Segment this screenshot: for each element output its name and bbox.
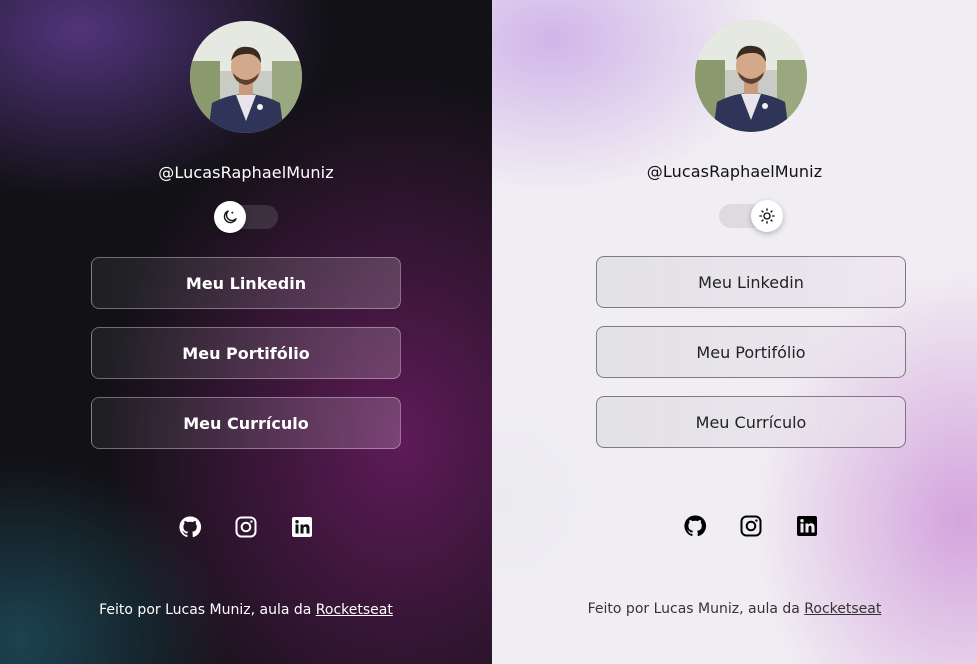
avatar: [190, 21, 302, 133]
button-label: Meu Portifólio: [182, 343, 310, 363]
footer: Feito por Lucas Muniz, aula da Rocketsea…: [492, 601, 977, 617]
github-icon[interactable]: [683, 514, 707, 538]
toggle-knob[interactable]: [751, 200, 783, 232]
sun-icon: [759, 208, 775, 224]
footer: Feito por Lucas Muniz, aula da Rocketsea…: [0, 602, 492, 618]
avatar-photo: [695, 20, 807, 132]
theme-toggle[interactable]: [214, 201, 278, 233]
rocketseat-link[interactable]: Rocketseat: [804, 601, 881, 617]
footer-text: Feito por Lucas Muniz, aula da: [587, 601, 805, 617]
button-label: Meu Currículo: [695, 412, 807, 432]
button-label: Meu Linkedin: [185, 273, 307, 293]
linkedin-link-button[interactable]: Meu Linkedin: [91, 257, 401, 309]
avatar: [695, 20, 807, 132]
resume-link-button[interactable]: Meu Currículo: [91, 397, 401, 449]
toggle-knob[interactable]: [214, 201, 246, 233]
button-label: Meu Currículo: [183, 413, 309, 433]
dark-theme-panel: @LucasRaphaelMuniz Meu Linkedin Meu Port…: [0, 0, 492, 664]
theme-toggle[interactable]: [719, 200, 783, 232]
github-icon[interactable]: [178, 515, 202, 539]
avatar-photo: [190, 21, 302, 133]
portfolio-link-button[interactable]: Meu Portifólio: [91, 327, 401, 379]
button-label: Meu Linkedin: [698, 272, 804, 292]
rocketseat-link[interactable]: Rocketseat: [316, 602, 393, 618]
footer-text: Feito por Lucas Muniz, aula da: [99, 602, 316, 618]
linkedin-link-button[interactable]: Meu Linkedin: [596, 256, 906, 308]
portfolio-link-button[interactable]: Meu Portifólio: [596, 326, 906, 378]
linkedin-icon[interactable]: [795, 514, 819, 538]
linkedin-icon[interactable]: [290, 515, 314, 539]
resume-link-button[interactable]: Meu Currículo: [596, 396, 906, 448]
button-label: Meu Portifólio: [696, 342, 806, 362]
profile-handle: @LucasRaphaelMuniz: [646, 162, 823, 181]
profile-handle: @LucasRaphaelMuniz: [158, 163, 334, 182]
instagram-icon[interactable]: [234, 515, 258, 539]
light-theme-panel: @LucasRaphaelMuniz Meu Linkedin Meu Port…: [492, 0, 977, 664]
instagram-icon[interactable]: [739, 514, 763, 538]
moon-icon: [223, 210, 237, 224]
